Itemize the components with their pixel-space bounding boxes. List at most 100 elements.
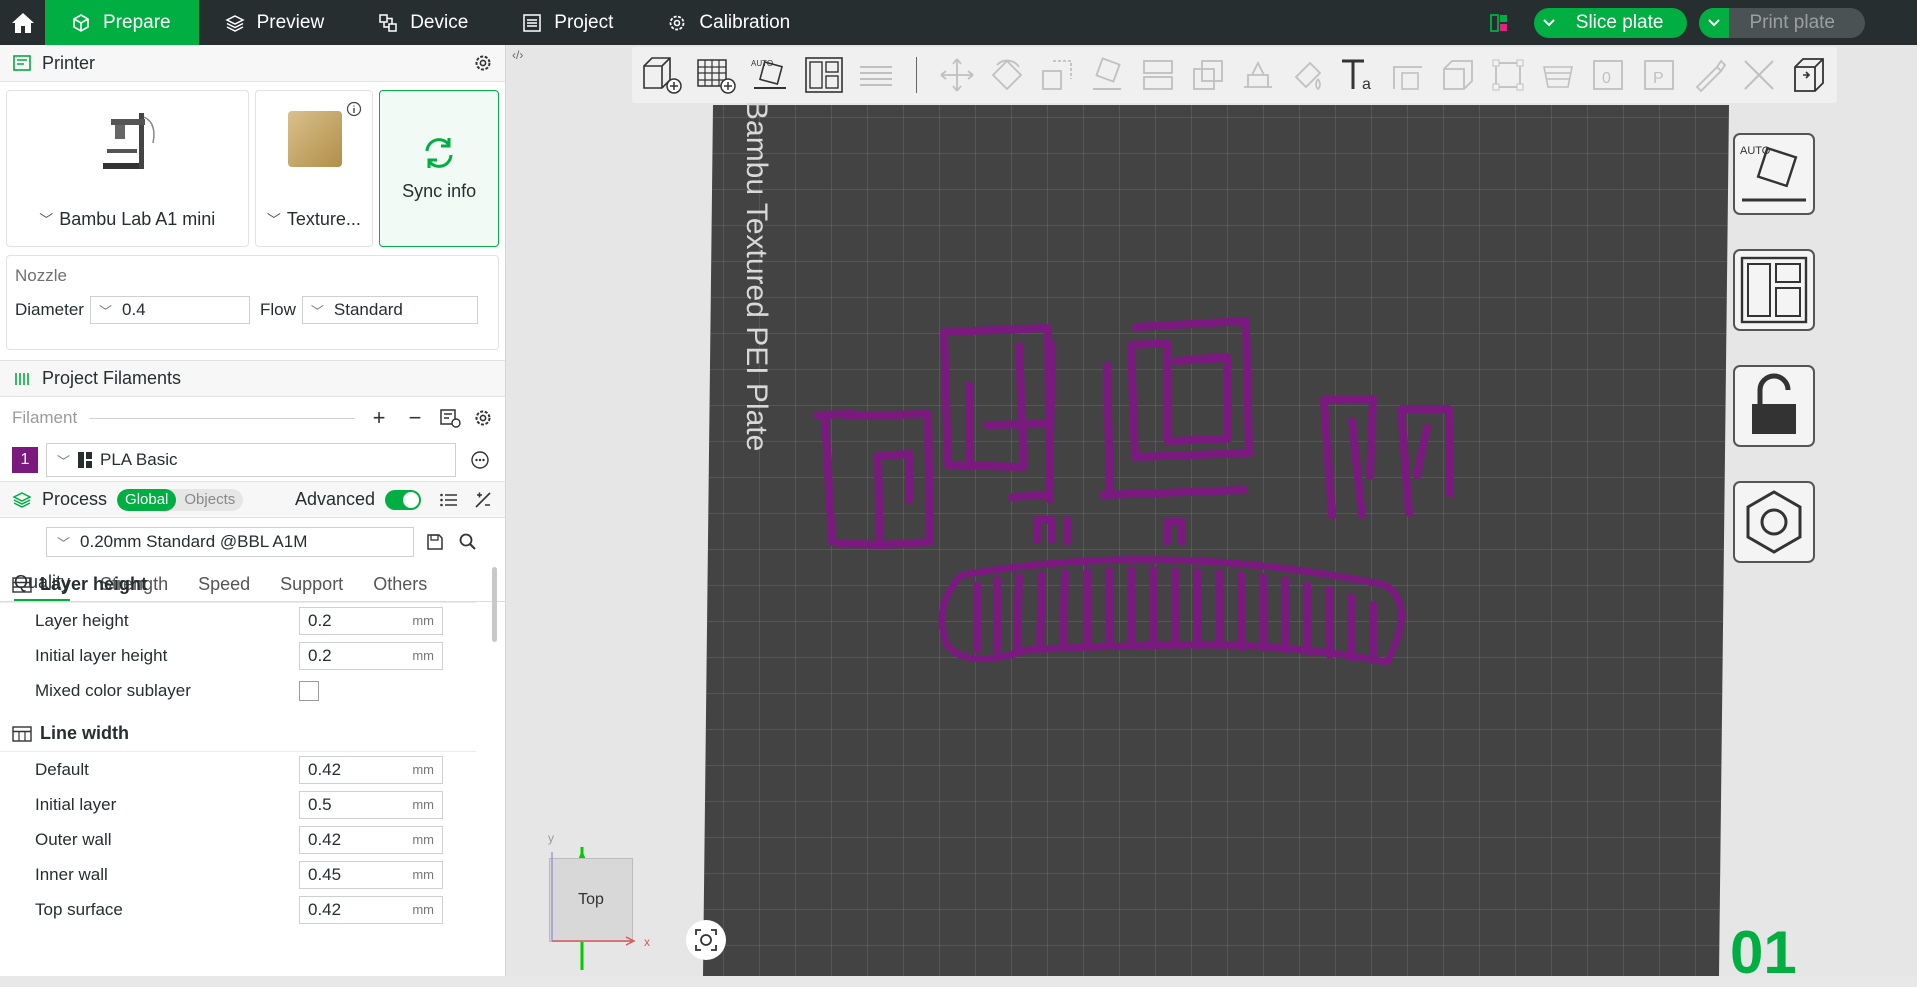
advanced-toggle[interactable] [385,489,421,510]
tab-label: Calibration [699,11,791,33]
gear-icon[interactable] [473,53,493,73]
cut-tool[interactable] [1137,53,1177,97]
plate-type-card[interactable]: ﹀ Texture... [254,90,374,247]
remove-filament-button[interactable]: − [403,405,427,431]
boolean-tool[interactable] [1188,53,1228,97]
close-tool[interactable] [1739,53,1779,97]
option-row: Top surface 0.42 mm [0,892,486,927]
preset-name: 0.20mm Standard @BBL A1M [80,532,308,551]
filament-index-badge[interactable]: 1 [12,447,38,473]
add-filament-button[interactable]: + [367,405,391,431]
move-tool[interactable] [937,53,977,97]
seam-paint-tool[interactable] [1288,53,1328,97]
scope-global[interactable]: Global [117,488,177,511]
split-layers-button[interactable] [856,53,896,97]
bounding-box-tool[interactable] [1488,53,1528,97]
3d-viewport[interactable]: Bambu Textured PEI Plate [507,45,1917,976]
initial-layer-width-input[interactable]: 0.5 mm [299,790,443,819]
save-icon[interactable] [426,533,444,551]
diameter-select[interactable]: ﹀ 0.4 [89,296,250,324]
gear-icon[interactable] [473,408,493,428]
slice-plate-button[interactable]: Slice plate [1533,7,1688,38]
plate-number[interactable]: 01 [1730,918,1797,987]
assembly-tool[interactable] [1438,53,1478,97]
filament-sync-icon[interactable] [439,408,461,428]
flow-select[interactable]: ﹀ Standard [301,296,478,324]
arrange-button[interactable] [802,53,846,97]
lock-button[interactable] [1730,362,1818,450]
print-dropdown[interactable] [1699,7,1730,38]
text-tool[interactable]: a [1338,53,1378,97]
nozzle-settings-button[interactable] [1730,478,1818,566]
layer-height-input[interactable]: 0.2 mm [299,606,443,635]
arrange-icon [805,57,843,93]
tab-calibration[interactable]: Calibration [641,0,818,45]
option-value: 0.2 [308,610,332,630]
rotate-tool[interactable] [987,53,1027,97]
brush-tool[interactable] [1689,53,1729,97]
tab-device[interactable]: Device [352,0,496,45]
layer-height-icon [12,576,32,593]
tab-project[interactable]: Project [496,0,641,45]
x-axis-label: x [644,935,650,949]
build-plate-scene: Bambu Textured PEI Plate [576,100,1729,976]
shell-icon [1794,58,1824,92]
chevron-down-icon: ﹀ [98,303,112,319]
top-surface-width-input[interactable]: 0.42 mm [299,895,443,924]
add-plate-button[interactable] [694,53,738,97]
default-width-input[interactable]: 0.42 mm [299,755,443,784]
add-object-button[interactable] [640,53,684,97]
slice-dropdown[interactable] [1534,8,1564,38]
group-title: Line width [40,723,129,743]
device-icon [379,13,397,32]
list-icon[interactable] [439,491,459,509]
unit-label: mm [412,648,434,663]
tab-preview[interactable]: Preview [199,0,353,45]
measure-tool[interactable] [1388,53,1428,97]
svg-text:P: P [1653,70,1664,87]
chevron-down-icon [1543,18,1555,26]
lay-on-face-tool[interactable] [1087,53,1127,97]
collapse-sidebar-icon[interactable]: ‹/› [512,48,523,62]
shell-view-button[interactable] [1789,53,1829,97]
scale-tool[interactable] [1037,53,1077,97]
arrange-large-button[interactable] [1730,246,1818,334]
inner-wall-width-input[interactable]: 0.45 mm [299,860,443,889]
multicolor-icon[interactable] [1489,13,1508,33]
auto-orient-button[interactable]: AUTO [748,53,792,97]
camera-icon [695,929,717,951]
plate-zero-tool[interactable]: 0 [1588,53,1628,97]
print-plate-button[interactable]: Print plate [1699,7,1865,38]
variable-layer-tool[interactable] [1538,53,1578,97]
auto-orient-large-button[interactable]: AUTO [1730,130,1818,218]
initial-layer-height-input[interactable]: 0.2 mm [299,641,443,670]
settings-scrollbar[interactable] [492,567,497,642]
hex-nut-icon [1733,481,1815,563]
flow-label: Flow [259,300,296,319]
scope-toggle[interactable]: Global Objects [117,488,244,511]
scope-objects[interactable]: Objects [176,489,243,511]
camera-reset-button[interactable] [686,920,726,960]
info-icon[interactable] [346,101,362,117]
top-bar: Prepare Preview Device Project Calibrati… [0,0,1917,45]
tab-prepare[interactable]: Prepare [45,0,199,45]
unit-label: mm [412,762,434,777]
layers-icon [224,14,245,32]
plate-label: Bambu Textured PEI Plate [740,100,773,451]
mixed-color-sublayer-checkbox[interactable] [299,680,319,701]
search-icon[interactable] [458,532,478,552]
advanced-label: Advanced [294,489,375,509]
outer-wall-width-input[interactable]: 0.42 mm [299,825,443,854]
plate-p-tool[interactable]: P [1639,53,1679,97]
printer-select-card[interactable]: ﹀ Bambu Lab A1 mini [6,90,249,247]
option-value: 0.5 [308,794,332,814]
sync-info-button[interactable]: Sync info [379,90,499,247]
filament-row: 1 ﹀ PLA Basic [0,439,505,481]
filament-select[interactable]: ﹀ PLA Basic [46,443,456,477]
compare-icon[interactable] [473,490,493,510]
seam-paint-icon [1294,61,1322,91]
more-icon[interactable] [470,450,490,470]
support-paint-tool[interactable] [1238,53,1278,97]
home-button[interactable] [0,0,45,45]
support-paint-icon [1243,60,1272,88]
